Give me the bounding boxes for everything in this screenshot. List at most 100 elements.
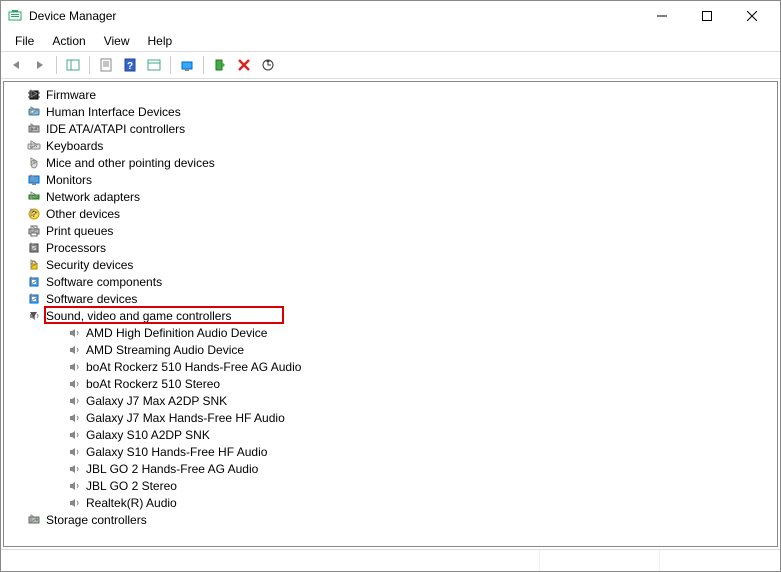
toolbar-separator	[56, 56, 57, 74]
forward-button[interactable]	[29, 54, 51, 76]
speaker-icon	[66, 478, 82, 494]
tree-label: Network adapters	[46, 190, 140, 204]
expand-icon[interactable]	[26, 157, 40, 169]
tree-label: Human Interface Devices	[46, 105, 181, 119]
show-hide-tree-button[interactable]	[62, 54, 84, 76]
tree-label: JBL GO 2 Stereo	[86, 479, 177, 493]
device-tree[interactable]: Firmware Human Interface Devices IDE ATA/A…	[3, 81, 778, 547]
scan-button[interactable]	[257, 54, 279, 76]
tree-label: Mice and other pointing devices	[46, 156, 215, 170]
tree-category[interactable]: Storage controllers	[6, 511, 775, 528]
tree-device[interactable]: boAt Rockerz 510 Hands-Free AG Audio	[6, 358, 775, 375]
toolbar: ?	[1, 51, 780, 79]
expand-icon[interactable]	[26, 123, 40, 135]
tree-label: AMD Streaming Audio Device	[86, 343, 244, 357]
menu-view[interactable]: View	[96, 32, 138, 50]
tree-device[interactable]: JBL GO 2 Hands-Free AG Audio	[6, 460, 775, 477]
tree-label: Software devices	[46, 292, 137, 306]
tree-category[interactable]: Human Interface Devices	[6, 103, 775, 120]
tree-category[interactable]: Monitors	[6, 171, 775, 188]
tree-label: Other devices	[46, 207, 120, 221]
tree-category[interactable]: Keyboards	[6, 137, 775, 154]
speaker-icon	[66, 393, 82, 409]
titlebar: Device Manager	[1, 1, 780, 31]
expand-icon[interactable]	[26, 174, 40, 186]
minimize-button[interactable]	[639, 1, 684, 31]
tree-category[interactable]: Software devices	[6, 290, 775, 307]
tree-category[interactable]: ?Other devices	[6, 205, 775, 222]
tree-device[interactable]: AMD Streaming Audio Device	[6, 341, 775, 358]
expand-icon[interactable]	[26, 242, 40, 254]
tree-device[interactable]: JBL GO 2 Stereo	[6, 477, 775, 494]
tree-device[interactable]: Galaxy J7 Max Hands-Free HF Audio	[6, 409, 775, 426]
speaker-icon	[66, 427, 82, 443]
tree-category[interactable]: Sound, video and game controllers	[6, 307, 775, 324]
menubar: File Action View Help	[1, 31, 780, 51]
expand-icon[interactable]	[26, 276, 40, 288]
tree-label: Software components	[46, 275, 162, 289]
expand-icon[interactable]	[26, 293, 40, 305]
menu-help[interactable]: Help	[140, 32, 181, 50]
tree-label: Realtek(R) Audio	[86, 496, 177, 510]
uninstall-button[interactable]	[233, 54, 255, 76]
expand-icon[interactable]	[26, 208, 40, 220]
tree-label: AMD High Definition Audio Device	[86, 326, 267, 340]
tree-label: Processors	[46, 241, 106, 255]
back-button[interactable]	[5, 54, 27, 76]
speaker-icon	[66, 325, 82, 341]
tree-category[interactable]: Security devices	[6, 256, 775, 273]
statusbar	[1, 549, 780, 571]
tree-label: boAt Rockerz 510 Stereo	[86, 377, 220, 391]
tree-device[interactable]: Realtek(R) Audio	[6, 494, 775, 511]
tree-category[interactable]: Processors	[6, 239, 775, 256]
tree-category[interactable]: IDE ATA/ATAPI controllers	[6, 120, 775, 137]
speaker-icon	[66, 376, 82, 392]
expand-icon[interactable]	[26, 191, 40, 203]
update-driver-button[interactable]	[176, 54, 198, 76]
tree-label: Galaxy S10 A2DP SNK	[86, 428, 210, 442]
speaker-icon	[66, 342, 82, 358]
tree-label: Galaxy S10 Hands-Free HF Audio	[86, 445, 267, 459]
tree-category[interactable]: Print queues	[6, 222, 775, 239]
menu-action[interactable]: Action	[44, 32, 93, 50]
maximize-button[interactable]	[684, 1, 729, 31]
status-cell	[540, 550, 660, 571]
toolbar-separator	[89, 56, 90, 74]
enable-button[interactable]	[209, 54, 231, 76]
tree-category[interactable]: Network adapters	[6, 188, 775, 205]
tree-label: boAt Rockerz 510 Hands-Free AG Audio	[86, 360, 301, 374]
close-button[interactable]	[729, 1, 774, 31]
tree-label: Storage controllers	[46, 513, 147, 527]
help-button[interactable]: ?	[119, 54, 141, 76]
expand-icon[interactable]	[26, 140, 40, 152]
tree-label: Sound, video and game controllers	[46, 309, 231, 323]
tree-label: JBL GO 2 Hands-Free AG Audio	[86, 462, 258, 476]
expand-icon[interactable]	[26, 106, 40, 118]
toolbar-separator	[170, 56, 171, 74]
expand-icon[interactable]	[26, 259, 40, 271]
tree-label: Galaxy J7 Max A2DP SNK	[86, 394, 227, 408]
view-button[interactable]	[143, 54, 165, 76]
expand-icon[interactable]	[26, 310, 40, 322]
tree-category[interactable]: Mice and other pointing devices	[6, 154, 775, 171]
tree-device[interactable]: Galaxy S10 A2DP SNK	[6, 426, 775, 443]
tree-device[interactable]: AMD High Definition Audio Device	[6, 324, 775, 341]
properties-button[interactable]	[95, 54, 117, 76]
expand-icon[interactable]	[26, 514, 40, 526]
expand-icon[interactable]	[26, 225, 40, 237]
tree-label: Monitors	[46, 173, 92, 187]
expand-icon[interactable]	[26, 89, 40, 101]
tree-label: Galaxy J7 Max Hands-Free HF Audio	[86, 411, 285, 425]
svg-text:?: ?	[127, 61, 133, 72]
speaker-icon	[66, 461, 82, 477]
tree-category[interactable]: Firmware	[6, 86, 775, 103]
tree-device[interactable]: Galaxy S10 Hands-Free HF Audio	[6, 443, 775, 460]
menu-file[interactable]: File	[7, 32, 42, 50]
tree-label: IDE ATA/ATAPI controllers	[46, 122, 185, 136]
toolbar-separator	[203, 56, 204, 74]
tree-device[interactable]: Galaxy J7 Max A2DP SNK	[6, 392, 775, 409]
app-icon	[7, 8, 23, 24]
tree-label: Keyboards	[46, 139, 103, 153]
tree-device[interactable]: boAt Rockerz 510 Stereo	[6, 375, 775, 392]
tree-category[interactable]: Software components	[6, 273, 775, 290]
